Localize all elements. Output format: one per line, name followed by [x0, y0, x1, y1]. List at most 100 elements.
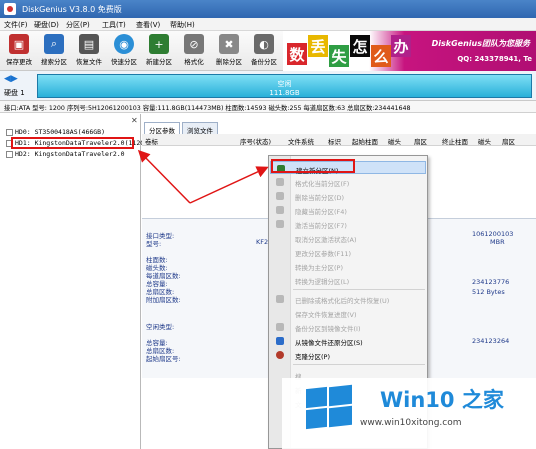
disk-info-line: 接口:ATA 型号: 1200 序列号:5H12061200103 容量:111… [0, 101, 536, 113]
detail-label: 附加扇区数: [146, 296, 181, 304]
quick-partition-label: 快速分区 [111, 58, 137, 66]
delete-icon: ✖ [219, 34, 239, 54]
quick-partition-icon: ◉ [114, 34, 134, 54]
menu-item-to-logical[interactable]: 转换为逻辑分区(L) [270, 273, 426, 286]
disk-label: 硬盘 1 [4, 89, 25, 97]
menu-item-change-params[interactable]: 更改分区参数(F11) [270, 245, 426, 258]
recover-files-label: 恢复文件 [76, 58, 102, 66]
column-header[interactable]: 起始柱面 [352, 136, 378, 146]
free-space-partition-bar[interactable]: 空闲 111.8GB [37, 74, 532, 98]
disk-map: ◀▶ 硬盘 1 空闲 111.8GB [0, 71, 536, 101]
delete-partition-button[interactable]: ✖ 删除分区 [212, 33, 246, 69]
menu-item-label: 已删除或格式化后的文件恢复(U) [295, 297, 390, 305]
detail-value: MBR [490, 238, 505, 246]
banner-qq: QQ: 243378941, Te [457, 55, 532, 63]
new-partition-button[interactable]: + 新建分区 [142, 33, 176, 69]
recover-files-button[interactable]: ▤ 恢复文件 [72, 33, 106, 69]
nav-arrows-icon[interactable]: ◀▶ [4, 74, 18, 84]
column-header[interactable]: 文件系统 [288, 136, 314, 146]
menu-item-activate[interactable]: 激活当前分区(F7) [270, 217, 426, 230]
activate-icon [276, 220, 284, 228]
menu-item-label: 激活当前分区(F7) [295, 222, 347, 230]
detail-label: 型号: [146, 240, 162, 248]
column-header[interactable]: 扇区 [414, 136, 427, 146]
tree-item-label: HD0: ST3500418AS(466GB) [15, 128, 106, 136]
promo-banner[interactable]: 数 丢 失 怎 么 办 DiskGenius团队为您服务 QQ: 2433789… [283, 31, 536, 71]
menu-item-label: 从镜像文件还原分区(S) [295, 339, 363, 347]
menu-item-format[interactable]: 格式化当前分区(F) [270, 175, 426, 188]
partition-table-header: 卷标 序号(状态) 文件系统 标识 起始柱面 磁头 扇区 终止柱面 磁头 扇区 [142, 134, 536, 146]
menu-item-restore-image[interactable]: 从镜像文件还原分区(S) [270, 334, 426, 347]
menu-separator [293, 289, 425, 290]
menu-item-delete[interactable]: 删除当前分区(D) [270, 189, 426, 202]
menu-item-deactivate[interactable]: 取消分区激活状态(A) [270, 231, 426, 244]
save-button[interactable]: ▣ 保存更改 [2, 33, 36, 69]
quick-partition-button[interactable]: ◉ 快速分区 [107, 33, 141, 69]
search-partition-button[interactable]: ⌕ 搜索分区 [37, 33, 71, 69]
menu-view[interactable]: 查看(V) [136, 20, 160, 30]
windows-logo-icon [306, 384, 352, 430]
menu-item-backup-image[interactable]: 备份分区到镜像文件(I) [270, 320, 426, 333]
detail-value: 234123264 [472, 337, 510, 345]
tab-browse-files[interactable]: 浏览文件 [182, 122, 218, 135]
clone-icon [276, 351, 284, 359]
backup-icon [276, 323, 284, 331]
recover-icon [276, 295, 284, 303]
selection-highlight-box [11, 137, 134, 149]
watermark-title: Win10 之家 [380, 388, 504, 412]
expand-icon[interactable] [6, 150, 13, 158]
close-icon[interactable]: ✕ [131, 116, 138, 125]
menu-item-label: 克隆分区(P) [295, 353, 330, 361]
column-header[interactable]: 标识 [328, 136, 341, 146]
menu-item-label: 删除当前分区(D) [295, 194, 345, 202]
menu-tools[interactable]: 工具(T) [102, 20, 126, 30]
menu-partition[interactable]: 分区(P) [66, 20, 90, 30]
column-header[interactable]: 扇区 [502, 136, 515, 146]
delete-partition-label: 删除分区 [216, 58, 242, 66]
disk-tree: HD0: ST3500418AS(466GB) HD1: KingstonDat… [0, 114, 152, 449]
tree-item-label: HD2: KingstonDataTraveler2.0 [15, 150, 125, 158]
menu-item-recover-files[interactable]: 已删除或格式化后的文件恢复(U) [270, 292, 426, 305]
menu-help[interactable]: 帮助(H) [170, 20, 195, 30]
banner-name: DiskGenius团队为您服务 [431, 39, 530, 48]
menu-item-to-primary[interactable]: 转换为主分区(P) [270, 259, 426, 272]
window-title: DiskGenius V3.8.0 免费版 [22, 5, 122, 14]
detail-label: 空闲类型: [146, 323, 175, 331]
column-header[interactable]: 终止柱面 [442, 136, 468, 146]
menu-item-save-progress[interactable]: 保存文件恢复进度(V) [270, 306, 426, 319]
search-partition-label: 搜索分区 [41, 58, 67, 66]
detail-value: 1061200103 [472, 230, 514, 238]
menu-item-label: 格式化当前分区(F) [295, 180, 350, 188]
partition-size: 111.8GB [269, 89, 300, 97]
format-button[interactable]: ⊘ 格式化 [177, 33, 211, 69]
backup-icon: ◐ [254, 34, 274, 54]
tree-item-hd2[interactable]: HD2: KingstonDataTraveler2.0 [6, 150, 125, 160]
banner-tile: 数 [287, 43, 307, 65]
menu-item-hide[interactable]: 隐藏当前分区(F4) [270, 203, 426, 216]
menu-item-label: 备份分区到镜像文件(I) [295, 325, 361, 333]
title-bar: DiskGenius V3.8.0 免费版 [0, 0, 536, 18]
format-icon [276, 178, 284, 186]
menu-disk[interactable]: 硬盘(D) [34, 20, 59, 30]
expand-icon[interactable] [6, 128, 13, 136]
menu-item-clone[interactable]: 克隆分区(P) [270, 348, 426, 361]
column-header[interactable]: 磁头 [388, 136, 401, 146]
menu-file[interactable]: 文件(F) [4, 20, 28, 30]
column-header[interactable]: 磁头 [478, 136, 491, 146]
banner-tile: 丢 [308, 35, 328, 57]
detail-value: 234123776 [472, 278, 510, 286]
column-header[interactable]: 序号(状态) [240, 136, 271, 146]
save-label: 保存更改 [6, 58, 32, 66]
new-partition-icon: + [149, 34, 169, 54]
backup-partition-button[interactable]: ◐ 备份分区 [247, 33, 281, 69]
format-icon: ⊘ [184, 34, 204, 54]
search-icon: ⌕ [44, 34, 64, 54]
backup-partition-label: 备份分区 [251, 58, 277, 66]
menu-item-label: 隐藏当前分区(F4) [295, 208, 347, 216]
column-header[interactable]: 卷标 [145, 136, 158, 146]
detail-value: 512 Bytes [472, 288, 505, 296]
tab-partition-params[interactable]: 分区参数 [144, 122, 180, 135]
save-icon: ▣ [9, 34, 29, 54]
menu-separator [293, 364, 425, 365]
restore-icon [276, 337, 284, 345]
